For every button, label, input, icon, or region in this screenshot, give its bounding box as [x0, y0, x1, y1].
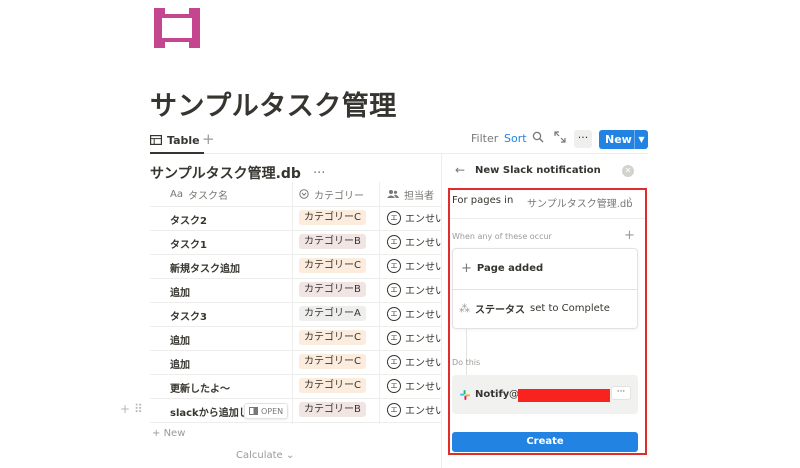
row-divider — [150, 398, 442, 399]
assignee-name: エンせい — [405, 334, 445, 345]
sort-button[interactable]: Sort — [504, 132, 527, 145]
open-label: OPEN — [261, 406, 284, 416]
drag-handle-icon[interactable]: +⠿ — [120, 402, 147, 416]
assignee-name: エンせい — [405, 238, 445, 249]
assignee-cell[interactable]: エエンせい — [387, 354, 445, 369]
column-header-task[interactable]: Aa タスク名 — [170, 182, 228, 206]
open-page-button[interactable]: OPEN — [244, 403, 289, 419]
row-divider — [150, 278, 442, 279]
database-title[interactable]: サンプルタスク管理.db ··· — [150, 163, 325, 183]
view-toolbar: Table + Filter Sort ··· New ▼ — [150, 128, 648, 154]
table-icon — [150, 135, 162, 145]
row-divider — [150, 206, 442, 207]
avatar: エ — [387, 210, 401, 225]
column-header-label: タスク名 — [187, 190, 228, 202]
assignee-name: エンせい — [405, 382, 445, 393]
assignee-cell[interactable]: エエンせい — [387, 210, 445, 225]
task-name-cell[interactable]: 更新したよ〜 — [170, 380, 230, 395]
tab-table-label: Table — [167, 133, 200, 147]
column-header-label: カテゴリー — [314, 190, 364, 202]
category-tag[interactable]: カテゴリーC — [299, 354, 366, 369]
page-title: サンプルタスク管理 — [150, 91, 397, 122]
panel-title: New Slack notification — [475, 165, 601, 176]
row-divider — [150, 254, 442, 255]
new-button[interactable]: New ▼ — [599, 130, 648, 149]
column-header-assignee[interactable]: 担当者 — [387, 182, 434, 206]
back-arrow-icon[interactable]: ← — [455, 163, 465, 177]
row-divider — [150, 374, 442, 375]
column-header-category[interactable]: カテゴリー — [299, 182, 364, 206]
category-tag[interactable]: カテゴリーB — [299, 234, 366, 249]
row-divider — [150, 302, 442, 303]
assignee-name: エンせい — [405, 214, 445, 225]
category-tag[interactable]: カテゴリーC — [299, 330, 366, 345]
task-name-cell[interactable]: タスク1 — [170, 236, 207, 251]
close-icon[interactable]: ✕ — [622, 165, 634, 177]
filter-button[interactable]: Filter — [471, 132, 498, 145]
chevron-down-icon[interactable]: ▼ — [634, 130, 648, 149]
assignee-cell[interactable]: エエンせい — [387, 306, 445, 321]
assignee-cell[interactable]: エエンせい — [387, 258, 445, 273]
avatar: エ — [387, 282, 401, 297]
task-name-cell[interactable]: 追加 — [170, 332, 190, 347]
category-tag[interactable]: カテゴリーC — [299, 378, 366, 393]
row-divider — [150, 326, 442, 327]
assignee-name: エンせい — [405, 358, 445, 369]
text-icon: Aa — [170, 188, 183, 200]
column-header-label: 担当者 — [404, 190, 434, 202]
assignee-name: エンせい — [405, 286, 445, 297]
task-name-cell[interactable]: 追加 — [170, 356, 190, 371]
avatar: エ — [387, 402, 401, 417]
row-divider — [150, 422, 442, 423]
row-divider — [150, 350, 442, 351]
people-icon — [387, 190, 399, 198]
expand-icon[interactable] — [554, 131, 566, 143]
task-name-cell[interactable]: タスク3 — [170, 308, 207, 323]
more-options-button[interactable]: ··· — [574, 130, 592, 148]
avatar: エ — [387, 330, 401, 345]
search-icon[interactable] — [532, 131, 544, 143]
database-title-text: サンプルタスク管理.db — [150, 166, 301, 182]
category-tag[interactable]: カテゴリーC — [299, 210, 366, 225]
avatar: エ — [387, 354, 401, 369]
add-row-button[interactable]: + New — [152, 428, 185, 439]
tab-table[interactable]: Table — [150, 128, 204, 154]
category-tag[interactable]: カテゴリーA — [299, 306, 366, 321]
highlight-box — [448, 188, 647, 455]
column-divider — [292, 182, 293, 424]
assignee-name: エンせい — [405, 310, 445, 321]
add-view-icon[interactable]: + — [202, 130, 215, 148]
new-button-label: New — [605, 133, 632, 146]
select-icon — [299, 189, 309, 199]
castle-icon[interactable] — [154, 8, 200, 48]
side-peek-icon — [249, 407, 258, 415]
task-name-cell[interactable]: 新規タスク追加 — [170, 260, 240, 275]
calculate-label: Calculate — [236, 450, 283, 461]
assignee-cell[interactable]: エエンせい — [387, 234, 445, 249]
avatar: エ — [387, 234, 401, 249]
database-more-icon[interactable]: ··· — [313, 166, 325, 181]
assignee-name: エンせい — [405, 406, 445, 417]
column-divider — [379, 182, 380, 424]
category-tag[interactable]: カテゴリーC — [299, 258, 366, 273]
assignee-cell[interactable]: エエンせい — [387, 402, 445, 417]
row-divider — [150, 230, 442, 231]
assignee-cell[interactable]: エエンせい — [387, 282, 445, 297]
task-name-cell[interactable]: slackから追加し — [170, 404, 249, 419]
avatar: エ — [387, 258, 401, 273]
calculate-button[interactable]: Calculate ⌄ — [236, 450, 294, 461]
avatar: エ — [387, 306, 401, 321]
task-name-cell[interactable]: タスク2 — [170, 212, 207, 227]
category-tag[interactable]: カテゴリーB — [299, 402, 366, 417]
task-name-cell[interactable]: 追加 — [170, 284, 190, 299]
assignee-cell[interactable]: エエンせい — [387, 378, 445, 393]
assignee-name: エンせい — [405, 262, 445, 273]
assignee-cell[interactable]: エエンせい — [387, 330, 445, 345]
new-row-label: New — [163, 428, 186, 439]
category-tag[interactable]: カテゴリーB — [299, 282, 366, 297]
avatar: エ — [387, 378, 401, 393]
